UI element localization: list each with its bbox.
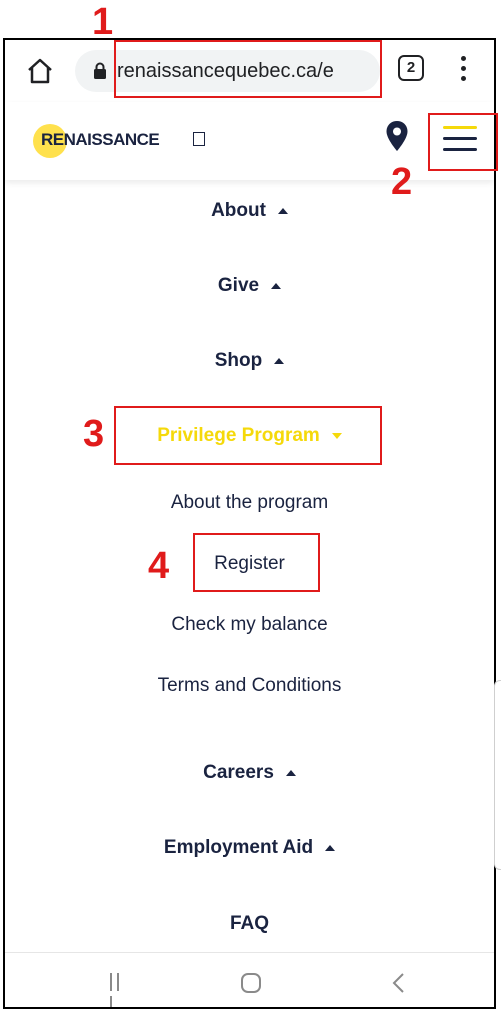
annotation-box-4 — [193, 533, 320, 592]
recent-apps-icon[interactable] — [110, 973, 130, 1007]
android-navigation-bar — [5, 952, 494, 1007]
side-panel-edge — [494, 680, 501, 870]
menu-item-careers[interactable]: Careers — [5, 762, 494, 784]
menu-item-label: Shop — [214, 350, 263, 371]
submenu-item-about-the-program[interactable]: About the program — [5, 492, 494, 514]
submenu-item-label: Terms and Conditions — [157, 675, 342, 696]
menu-item-label: Careers — [203, 762, 274, 783]
menu-item-employment-aid[interactable]: Employment Aid — [5, 837, 494, 859]
annotation-number-4: 4 — [148, 545, 170, 587]
caret-up-icon — [325, 844, 336, 851]
back-icon[interactable] — [390, 971, 408, 995]
logo-mark-icon — [193, 132, 205, 146]
submenu-item-terms-and-conditions[interactable]: Terms and Conditions — [5, 675, 494, 697]
menu-item-shop[interactable]: Shop — [5, 350, 494, 372]
menu-item-label: FAQ — [229, 913, 270, 934]
annotation-number-1: 1 — [92, 1, 114, 43]
phone-screen: renaissancequebec.ca/e 2 RENAISSANCE Abo… — [3, 38, 496, 1009]
menu-item-give[interactable]: Give — [5, 275, 494, 297]
menu-item-faq[interactable]: FAQ — [5, 913, 494, 935]
tab-switcher-button[interactable]: 2 — [398, 55, 424, 81]
submenu-item-check-my-balance[interactable]: Check my balance — [5, 614, 494, 636]
site-header: RENAISSANCE — [5, 102, 494, 180]
submenu-item-label: Check my balance — [171, 614, 328, 635]
caret-up-icon — [277, 207, 288, 214]
more-options-icon[interactable] — [459, 56, 467, 86]
home-icon[interactable] — [25, 56, 55, 86]
menu-item-about[interactable]: About — [5, 200, 494, 222]
menu-item-label: Give — [217, 275, 260, 296]
annotation-box-2 — [428, 113, 498, 171]
caret-up-icon — [271, 282, 282, 289]
logo-text: RENAISSANCE — [41, 130, 160, 149]
annotation-number-2: 2 — [391, 161, 413, 203]
menu-item-label: Employment Aid — [163, 837, 314, 858]
annotation-box-1 — [114, 40, 382, 98]
submenu-item-label: About the program — [170, 492, 329, 513]
menu-item-label: About — [211, 200, 266, 221]
annotation-box-3 — [114, 406, 382, 465]
location-pin-icon[interactable] — [385, 120, 409, 152]
home-button-icon[interactable] — [241, 973, 261, 993]
lock-icon — [94, 62, 106, 79]
caret-up-icon — [285, 769, 296, 776]
annotation-number-3: 3 — [83, 413, 105, 455]
caret-up-icon — [274, 357, 285, 364]
